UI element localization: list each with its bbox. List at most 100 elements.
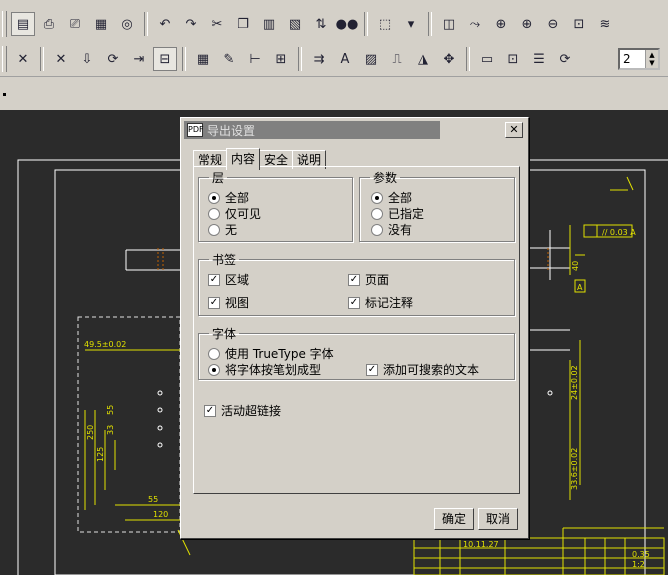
down-arrow-icon[interactable]: ▼ bbox=[649, 59, 654, 67]
dimension-icon[interactable]: ⊢ bbox=[243, 47, 267, 71]
font-truetype-label: 使用 TrueType 字体 bbox=[225, 347, 334, 361]
dialog-titlebar[interactable]: PDF 导出设置 bbox=[184, 121, 440, 139]
command-bar bbox=[0, 77, 668, 109]
text-icon[interactable]: A bbox=[333, 47, 357, 71]
layers-all-radio[interactable] bbox=[208, 191, 220, 204]
delete-icon[interactable]: ✕ bbox=[49, 47, 73, 71]
property-icon[interactable]: ⇅ bbox=[309, 12, 333, 36]
layers-all-option[interactable]: 全部 bbox=[208, 189, 249, 206]
font-stroke-radio[interactable] bbox=[208, 363, 220, 376]
datum-label: A bbox=[577, 283, 583, 292]
refresh2-icon[interactable]: ⟳ bbox=[553, 47, 577, 71]
layers-legend: 层 bbox=[212, 171, 225, 185]
close-icon[interactable]: ✕ bbox=[505, 122, 523, 138]
refresh-icon[interactable]: ⟳ bbox=[101, 47, 125, 71]
layers-visible-option[interactable]: 仅可见 bbox=[208, 205, 261, 222]
bookmarks-legend: 书签 bbox=[212, 253, 237, 267]
pdf-icon[interactable]: ▦ bbox=[89, 12, 113, 36]
print-icon[interactable]: ⎙ bbox=[37, 12, 61, 36]
select-icon[interactable]: ◮ bbox=[411, 47, 435, 71]
line-width-stepper[interactable]: 2 ▲ ▼ bbox=[618, 48, 660, 70]
params-none-option[interactable]: 没有 bbox=[371, 221, 412, 238]
bookmark-regions-option[interactable]: ✓ 区域 bbox=[208, 271, 249, 288]
dim-55b: 55 bbox=[148, 495, 158, 504]
section-outline bbox=[77, 316, 181, 533]
font-truetype-option[interactable]: 使用 TrueType 字体 bbox=[208, 345, 334, 362]
main-toolbar: ▤ ⎙ ⎚ ▦ ◎ ↶ ↷ ✂ ❐ ▥ ▧ ⇅ ●● ⬚ ▾ ◫ ⤳ ⊕ ⊕ ⊖ ⊡ ≋ bbox=[0, 6, 668, 43]
insert-icon[interactable]: ⇩ bbox=[75, 47, 99, 71]
up-arrow-icon[interactable]: ▲ bbox=[649, 51, 654, 59]
copy-icon[interactable]: ❐ bbox=[231, 12, 255, 36]
pdf-export-icon[interactable]: ▤ bbox=[11, 12, 35, 36]
grid-icon[interactable]: ▦ bbox=[191, 47, 215, 71]
stepper-value[interactable]: 2 bbox=[620, 50, 645, 68]
select-box-icon[interactable]: ⬚ bbox=[373, 12, 397, 36]
layers-icon[interactable]: ≋ bbox=[593, 12, 617, 36]
measure-icon[interactable]: ⎍ bbox=[385, 47, 409, 71]
tab-content[interactable]: 内容 bbox=[226, 148, 261, 170]
cancel-button[interactable]: 取消 bbox=[478, 508, 518, 530]
font-truetype-radio[interactable] bbox=[208, 347, 220, 360]
view-icon[interactable]: ◫ bbox=[437, 12, 461, 36]
snap-icon[interactable]: ✕ bbox=[11, 47, 35, 71]
bookmark-pages-option[interactable]: ✓ 页面 bbox=[348, 271, 389, 288]
bookmark-regions-checkbox[interactable]: ✓ bbox=[208, 273, 220, 286]
bookmark-pages-checkbox[interactable]: ✓ bbox=[348, 273, 360, 286]
edit-icon[interactable]: ✎ bbox=[217, 47, 241, 71]
layers-none-option[interactable]: 无 bbox=[208, 221, 237, 238]
redo-icon[interactable]: ↷ bbox=[179, 12, 203, 36]
params-specified-option[interactable]: 已指定 bbox=[371, 205, 424, 222]
layers-none-label: 无 bbox=[225, 223, 238, 237]
undo-icon[interactable]: ↶ bbox=[153, 12, 177, 36]
folder-icon[interactable]: ▭ bbox=[475, 47, 499, 71]
paste-special-icon[interactable]: ▧ bbox=[283, 12, 307, 36]
bookmark-markup-option[interactable]: ✓ 标记注释 bbox=[348, 294, 413, 311]
params-specified-radio[interactable] bbox=[371, 207, 383, 220]
ok-button[interactable]: 确定 bbox=[434, 508, 474, 530]
searchable-text-option[interactable]: ✓ 添加可搜索的文本 bbox=[366, 361, 479, 378]
params-all-option[interactable]: 全部 bbox=[371, 189, 412, 206]
bookmark-markup-label: 标记注释 bbox=[365, 296, 414, 310]
zoom-window-icon[interactable]: ⊕ bbox=[489, 12, 513, 36]
hyperlinks-checkbox[interactable]: ✓ bbox=[204, 404, 216, 417]
params-none-radio[interactable] bbox=[371, 223, 383, 236]
cut-icon[interactable]: ✂ bbox=[205, 12, 229, 36]
dim-right2: 33.6±0.02 bbox=[570, 448, 579, 490]
toolbar-grip[interactable] bbox=[2, 46, 7, 72]
layers-none-radio[interactable] bbox=[208, 223, 220, 236]
zoom-fit-icon[interactable]: ⊡ bbox=[567, 12, 591, 36]
hyperlinks-option[interactable]: ✓ 活动超链接 bbox=[204, 402, 281, 419]
stepper-arrows[interactable]: ▲ ▼ bbox=[645, 50, 658, 68]
bookmark-markup-checkbox[interactable]: ✓ bbox=[348, 296, 360, 309]
font-stroke-option[interactable]: 将字体按笔划成型 bbox=[208, 361, 321, 378]
binoculars-icon[interactable]: ●● bbox=[335, 12, 359, 36]
bookmark-views-option[interactable]: ✓ 视图 bbox=[208, 294, 249, 311]
block-icon[interactable]: ⊡ bbox=[501, 47, 525, 71]
dialog-title: 导出设置 bbox=[207, 123, 256, 138]
params-all-label: 全部 bbox=[388, 191, 413, 205]
lock-icon[interactable]: ⊟ bbox=[153, 47, 177, 71]
align-icon[interactable]: ⇉ bbox=[307, 47, 331, 71]
move-icon[interactable]: ✥ bbox=[437, 47, 461, 71]
paste-icon[interactable]: ▥ bbox=[257, 12, 281, 36]
import-icon[interactable]: ⇥ bbox=[127, 47, 151, 71]
hatch-icon[interactable]: ▨ bbox=[359, 47, 383, 71]
table-icon[interactable]: ⊞ bbox=[269, 47, 293, 71]
open-icon[interactable]: ◎ bbox=[115, 12, 139, 36]
bookmark-views-checkbox[interactable]: ✓ bbox=[208, 296, 220, 309]
toolbar-separator bbox=[428, 12, 432, 36]
zoom-in-icon[interactable]: ⊕ bbox=[515, 12, 539, 36]
print-preview-icon[interactable]: ⎚ bbox=[63, 12, 87, 36]
zoom-out-icon[interactable]: ⊖ bbox=[541, 12, 565, 36]
layers-visible-radio[interactable] bbox=[208, 207, 220, 220]
params-all-radio[interactable] bbox=[371, 191, 383, 204]
searchable-text-checkbox[interactable]: ✓ bbox=[366, 363, 378, 376]
list-icon[interactable]: ☰ bbox=[527, 47, 551, 71]
dropdown-icon[interactable]: ▾ bbox=[399, 12, 423, 36]
dim-right1: 24±0.02 bbox=[570, 365, 579, 400]
title-block-scale: 1:2 bbox=[632, 560, 645, 569]
pdf-icon: PDF bbox=[187, 123, 204, 137]
dim-33: 33 bbox=[106, 425, 115, 435]
toolbar-grip[interactable] bbox=[2, 11, 7, 37]
graph-icon[interactable]: ⤳ bbox=[463, 12, 487, 36]
